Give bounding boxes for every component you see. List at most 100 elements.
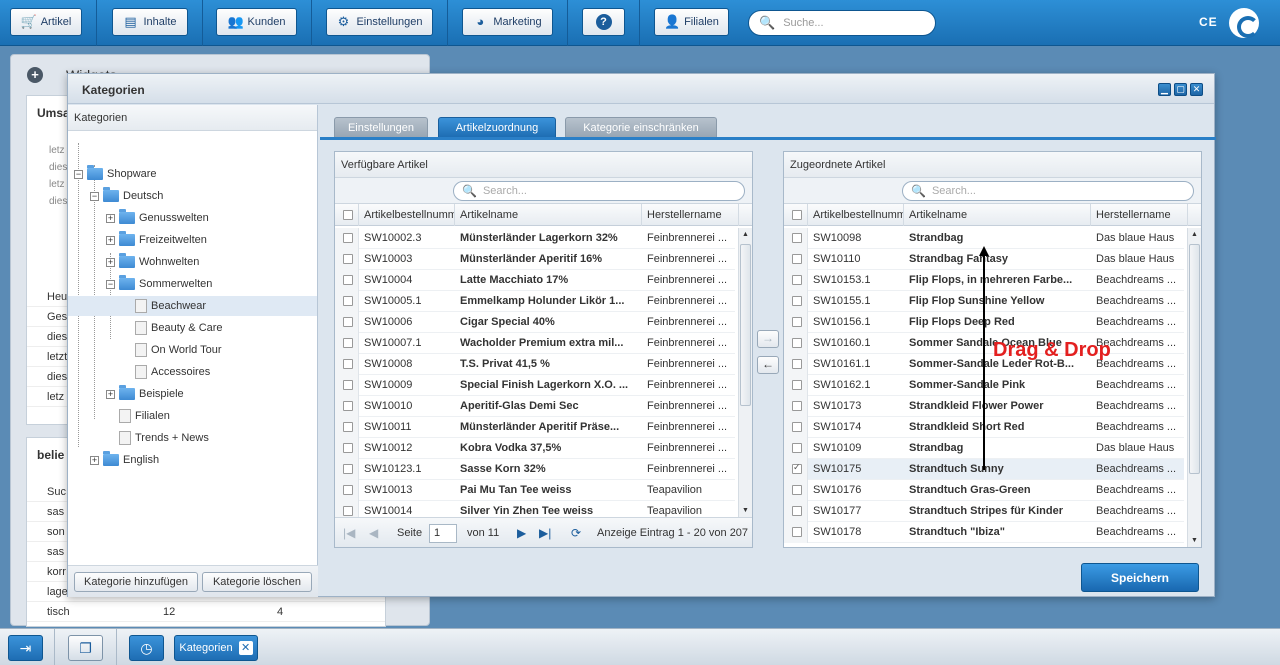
row-checkbox[interactable] <box>792 485 802 495</box>
table-row[interactable]: SW10012 Kobra Vodka 37,5% Feinbrennerei ..… <box>335 438 735 459</box>
row-checkbox[interactable] <box>343 275 353 285</box>
row-checkbox[interactable] <box>343 422 353 432</box>
close-icon[interactable]: ✕ <box>238 641 253 655</box>
collapse-icon[interactable]: − <box>74 169 83 179</box>
menu-inhalte-button[interactable]: ▤ Inhalte <box>112 8 188 36</box>
available-scrollbar[interactable]: ▲ ▼ <box>738 228 752 517</box>
table-row[interactable]: SW10176 Strandtuch Gras-Green Beachdreams … <box>784 480 1184 501</box>
table-row[interactable]: SW10013 Pai Mu Tan Tee weiss Teapavilion <box>335 480 735 501</box>
tree-node[interactable]: − Deutsch <box>68 186 317 206</box>
select-all-checkbox[interactable] <box>343 210 353 220</box>
row-checkbox[interactable] <box>792 401 802 411</box>
scroll-down-icon[interactable]: ▼ <box>1191 537 1198 544</box>
row-checkbox[interactable] <box>792 380 802 390</box>
tree-node[interactable]: Accessoires <box>68 362 317 382</box>
menu-einstellungen-button[interactable]: ⚙ Einstellungen <box>326 8 433 36</box>
collapse-icon[interactable]: − <box>90 191 99 201</box>
table-row[interactable]: SW10177 Strandtuch Stripes für Kinder Beac… <box>784 501 1184 522</box>
available-search-input[interactable]: 🔍 Search... <box>453 181 745 201</box>
row-checkbox[interactable] <box>343 380 353 390</box>
refresh-icon[interactable]: ⟳ <box>571 526 581 540</box>
add-category-button[interactable]: Kategorie hinzufügen <box>74 572 198 592</box>
expand-icon[interactable]: + <box>90 455 99 465</box>
table-row[interactable]: SW10002.3 Münsterländer Lagerkorn 32% Fein… <box>335 228 735 249</box>
select-all-checkbox[interactable] <box>792 210 802 220</box>
move-right-button[interactable]: → <box>757 330 779 348</box>
maximize-icon[interactable]: ▢ <box>1174 83 1187 96</box>
tree-node[interactable]: + Beispiele <box>68 384 317 404</box>
row-checkbox[interactable] <box>792 359 802 369</box>
row-checkbox[interactable] <box>343 254 353 264</box>
expand-icon[interactable]: + <box>106 389 115 399</box>
row-checkbox[interactable] <box>343 464 353 474</box>
table-row[interactable]: SW10006 Cigar Special 40% Feinbrennerei ..… <box>335 312 735 333</box>
table-row[interactable]: SW10007.1 Wacholder Premium extra mil... F… <box>335 333 735 354</box>
menu-help-button[interactable]: ? <box>582 8 625 36</box>
column-herstellername[interactable]: Herstellername <box>642 204 739 226</box>
table-row[interactable]: SW10005.1 Emmelkamp Holunder Likör 1... Fe… <box>335 291 735 312</box>
assigned-scroll-thumb[interactable] <box>1189 244 1200 474</box>
menu-marketing-button[interactable]: ◕ Marketing <box>462 8 553 36</box>
column-artikelbestellnummer[interactable]: Artikelbestellnummer <box>359 204 455 226</box>
row-checkbox[interactable] <box>343 317 353 327</box>
table-row[interactable]: SW10123.1 Sasse Korn 32% Feinbrennerei ... <box>335 459 735 480</box>
row-checkbox[interactable] <box>792 233 802 243</box>
row-checkbox[interactable] <box>792 254 802 264</box>
first-page-icon[interactable]: |◀ <box>343 526 355 540</box>
scroll-up-icon[interactable]: ▲ <box>742 231 749 238</box>
table-row[interactable]: SW10014 Silver Yin Zhen Tee weiss Teapavil… <box>335 501 735 517</box>
close-icon[interactable]: ✕ <box>1190 83 1203 96</box>
window-header[interactable]: Kategorien ▁ ▢ ✕ <box>68 74 1214 104</box>
menu-kunden-button[interactable]: 👥 Kunden <box>216 8 297 36</box>
dashboard-button[interactable]: ◷ <box>129 635 164 661</box>
column-herstellername[interactable]: Herstellername <box>1091 204 1188 226</box>
user-initials[interactable]: CE <box>1199 15 1218 29</box>
row-checkbox[interactable] <box>343 338 353 348</box>
scroll-down-icon[interactable]: ▼ <box>742 507 749 514</box>
row-checkbox[interactable] <box>343 443 353 453</box>
tree-node[interactable]: Beauty & Care <box>68 318 317 338</box>
tree-node[interactable]: Filialen <box>68 406 317 426</box>
table-row[interactable]: SW10178 Strandtuch "Ibiza" Beachdreams ... <box>784 522 1184 543</box>
available-scroll-thumb[interactable] <box>740 244 751 406</box>
row-checkbox[interactable] <box>343 359 353 369</box>
column-artikelbestellnummer[interactable]: Artikelbestellnummer <box>808 204 904 226</box>
row-checkbox[interactable] <box>792 443 802 453</box>
page-number-input[interactable]: 1 <box>429 524 457 543</box>
tree-node[interactable]: − Sommerwelten <box>68 274 317 294</box>
taskbar-window-kategorien[interactable]: Kategorien ✕ <box>174 635 258 661</box>
collapse-icon[interactable]: − <box>106 279 115 289</box>
tree-node[interactable]: − Shopware <box>68 164 317 184</box>
table-row[interactable]: SW10008 T.S. Privat 41,5 % Feinbrennerei .… <box>335 354 735 375</box>
tree-node[interactable]: On World Tour <box>68 340 317 360</box>
tree-node[interactable]: + Wohnwelten <box>68 252 317 272</box>
assigned-search-input[interactable]: 🔍 Search... <box>902 181 1194 201</box>
expand-icon[interactable]: + <box>106 213 115 223</box>
tree-node[interactable]: + Genusswelten <box>68 208 317 228</box>
minimize-icon[interactable]: ▁ <box>1158 83 1171 96</box>
global-search-input[interactable]: 🔍 Suche... <box>748 10 936 36</box>
menu-filialen-button[interactable]: 👤 Filialen <box>654 8 729 36</box>
move-left-button[interactable]: ← <box>757 356 779 374</box>
next-page-icon[interactable]: ▶ <box>517 526 526 540</box>
row-checkbox[interactable] <box>792 275 802 285</box>
last-page-icon[interactable]: ▶| <box>539 526 551 540</box>
logout-button[interactable]: ⇥ <box>8 635 43 661</box>
column-artikelname[interactable]: Artikelname <box>455 204 642 226</box>
row-checkbox[interactable] <box>343 296 353 306</box>
tree-node[interactable]: Trends + News <box>68 428 317 448</box>
row-checkbox[interactable] <box>792 506 802 516</box>
menu-artikel-button[interactable]: 🛒 Artikel <box>10 8 82 36</box>
prev-page-icon[interactable]: ◀ <box>369 526 378 540</box>
tab-artikelzuordnung[interactable]: Artikelzuordnung <box>438 117 556 137</box>
row-checkbox[interactable] <box>343 506 353 516</box>
row-checkbox[interactable] <box>343 485 353 495</box>
tree-node[interactable]: Beachwear <box>68 296 317 316</box>
delete-category-button[interactable]: Kategorie löschen <box>202 572 312 592</box>
assigned-scrollbar[interactable]: ▲ ▼ <box>1187 228 1201 547</box>
row-checkbox[interactable] <box>792 527 802 537</box>
expand-icon[interactable]: + <box>106 257 115 267</box>
row-checkbox[interactable] <box>343 233 353 243</box>
row-checkbox[interactable] <box>792 338 802 348</box>
tree-node[interactable]: + English <box>68 450 317 470</box>
